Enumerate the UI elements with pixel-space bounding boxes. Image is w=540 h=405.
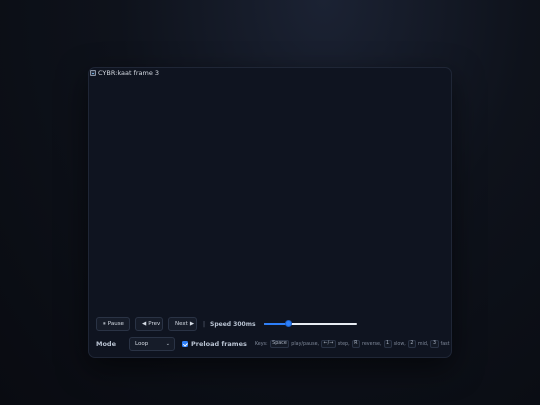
kbd-space: Space xyxy=(269,340,290,348)
slow-desc: slow, xyxy=(393,341,406,347)
keyboard-hints: Keys: Space play/pause, ←/→ step, R reve… xyxy=(255,340,450,348)
kbd-step: ←/→ xyxy=(321,340,336,348)
next-label: Next xyxy=(175,321,188,327)
speed-label: Speed 300ms xyxy=(210,320,256,328)
next-button[interactable]: Next ▶ xyxy=(168,317,197,331)
playback-controls: ⏸ Pause ◀ Prev Next ▶ | Speed 300ms xyxy=(96,317,357,331)
pause-button[interactable]: ⏸ Pause xyxy=(96,317,130,331)
kbd-fast: 3 xyxy=(430,340,439,348)
space-desc: play/pause, xyxy=(291,341,320,347)
frame-image: CYBR:kaat frame 3 xyxy=(90,69,159,77)
mode-label: Mode xyxy=(96,340,116,348)
mode-select[interactable]: Loop ⌄ xyxy=(129,337,175,351)
speed-slider[interactable] xyxy=(263,320,357,328)
prev-label: Prev xyxy=(148,321,161,327)
keys-prefix: Keys: xyxy=(254,341,268,347)
prev-icon: ◀ xyxy=(142,321,147,327)
broken-image-icon xyxy=(90,70,96,76)
pause-icon: ⏸ xyxy=(103,320,106,327)
viewer-panel: CYBR:kaat frame 3 ⏸ Pause ◀ Prev Next ▶ … xyxy=(88,67,452,358)
preload-checkbox[interactable] xyxy=(182,341,188,347)
fast-desc: fast xyxy=(440,341,450,347)
preload-label: Preload frames xyxy=(191,340,247,348)
mid-desc: mid, xyxy=(417,341,429,347)
options-row: Mode Loop ⌄ Preload frames Keys: Space p… xyxy=(96,337,450,351)
kbd-slow: 1 xyxy=(383,340,392,348)
kbd-reverse: R xyxy=(351,340,360,348)
preload-toggle[interactable]: Preload frames xyxy=(182,340,247,348)
mode-value: Loop xyxy=(135,341,149,347)
chevron-down-icon: ⌄ xyxy=(165,341,170,347)
frame-alt-text: CYBR:kaat frame 3 xyxy=(98,69,160,77)
kbd-mid: 2 xyxy=(407,340,416,348)
step-desc: step, xyxy=(337,341,350,347)
pause-label: Pause xyxy=(107,321,124,327)
slider-thumb[interactable] xyxy=(285,320,293,327)
separator: | xyxy=(203,320,206,328)
prev-button[interactable]: ◀ Prev xyxy=(135,317,163,331)
next-icon: ▶ xyxy=(189,321,195,327)
reverse-desc: reverse, xyxy=(361,341,382,347)
